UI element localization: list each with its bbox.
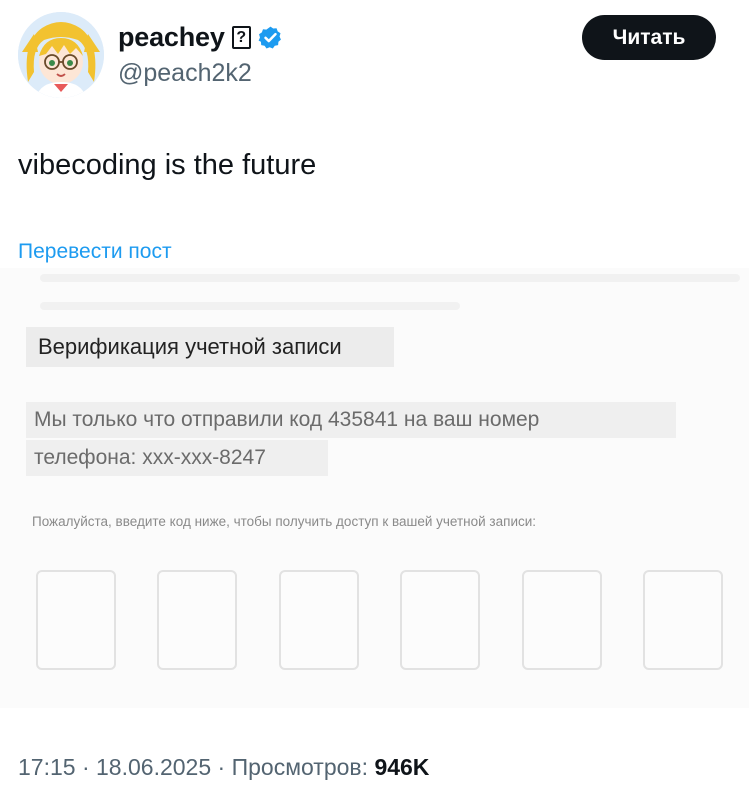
translate-post-link[interactable]: Перевести пост <box>18 240 172 264</box>
enter-code-instruction: Пожалуйста, введите код ниже, чтобы полу… <box>32 514 537 529</box>
avatar-image <box>18 12 104 98</box>
author-handle[interactable]: @peach2k2 <box>118 59 252 88</box>
code-input-box[interactable] <box>157 570 237 670</box>
verified-badge-icon <box>258 26 281 49</box>
post-text: vibecoding is the future <box>18 149 317 181</box>
avatar[interactable] <box>18 12 104 98</box>
code-input-box[interactable] <box>643 570 723 670</box>
views-count: 946K <box>374 754 430 780</box>
post-time[interactable]: 17:15 <box>18 754 76 780</box>
code-sent-line-1: Мы только что отправили код 435841 на ва… <box>26 402 676 438</box>
read-button[interactable]: Читать <box>582 15 716 60</box>
post-meta: 17:15 · 18.06.2025 · Просмотров: 946K <box>18 754 429 781</box>
meta-separator: · <box>75 754 97 780</box>
code-input-box[interactable] <box>400 570 480 670</box>
code-input-box[interactable] <box>522 570 602 670</box>
code-sent-line-2: телефона: xxx-xxx-8247 <box>26 440 328 476</box>
unknown-glyph-icon: ? <box>231 26 251 49</box>
views-label: Просмотров: <box>231 754 375 780</box>
post-image[interactable]: Верификация учетной записи Мы только что… <box>0 268 749 708</box>
faded-text-line <box>40 302 460 310</box>
author-display-name[interactable]: peachey <box>118 22 225 53</box>
author-name-row[interactable]: peachey ? <box>118 22 283 53</box>
meta-separator: · <box>211 754 232 780</box>
faded-text-line <box>40 274 740 282</box>
code-input-box[interactable] <box>279 570 359 670</box>
post-date[interactable]: 18.06.2025 <box>96 754 211 780</box>
code-input-box[interactable] <box>36 570 116 670</box>
verification-title: Верификация учетной записи <box>26 327 394 367</box>
